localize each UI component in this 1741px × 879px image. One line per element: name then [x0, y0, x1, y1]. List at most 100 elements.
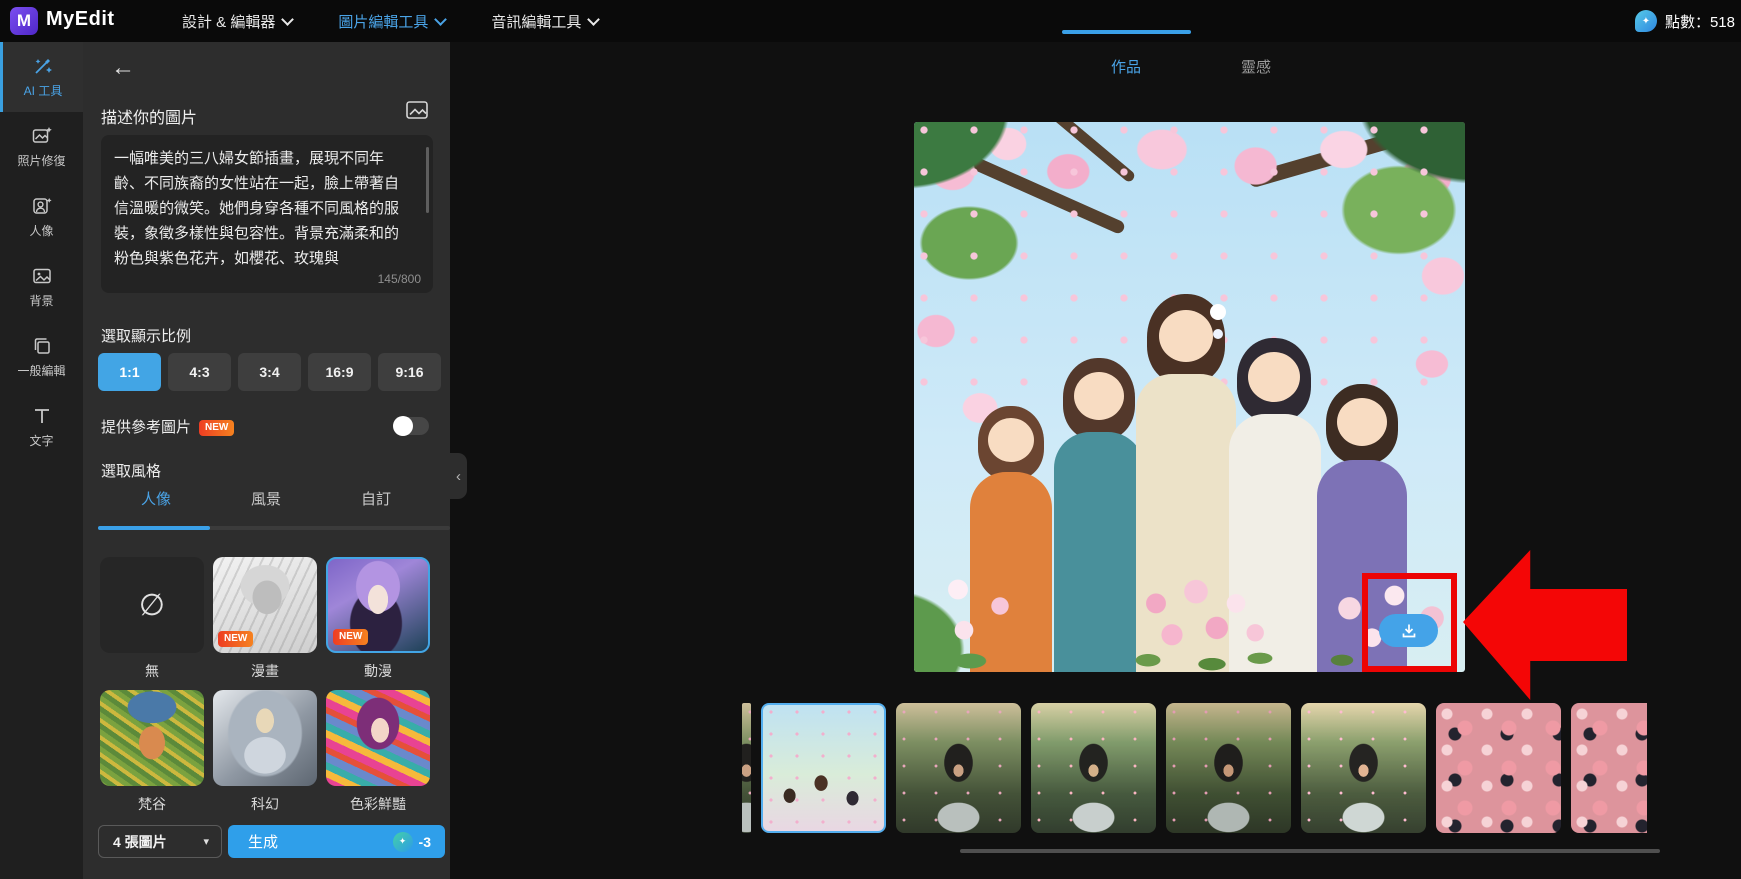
general-edit-icon	[34, 338, 50, 354]
reference-image-row: 提供參考圖片 NEW	[101, 416, 433, 438]
style-name: 梵谷	[138, 796, 166, 812]
nav-image-tools[interactable]: 圖片編輯工具	[338, 11, 448, 32]
new-badge: NEW	[218, 631, 254, 647]
magic-wand-icon	[35, 59, 52, 74]
ratio-3-4-button[interactable]: 3:4	[238, 353, 301, 391]
tool-rail: AI 工具 照片修復 人像 背景 一般編輯 文字	[0, 42, 83, 879]
style-name: 色彩鮮豔	[350, 796, 406, 812]
reference-toggle[interactable]	[393, 416, 429, 436]
nav-audio-tools[interactable]: 音訊編輯工具	[491, 11, 601, 32]
style-card-vangogh[interactable]: 梵谷	[100, 690, 204, 814]
rail-item-photo-restore[interactable]: 照片修復	[0, 112, 83, 182]
nav-design-editor[interactable]: 設計 & 編輯器	[182, 11, 295, 32]
style-tabs: 人像 風景 自訂	[101, 488, 433, 521]
image-count-dropdown[interactable]: 4 張圖片 ▾	[98, 825, 222, 858]
style-name: 動漫	[364, 663, 392, 679]
thumbnail-garden-portrait[interactable]	[1031, 703, 1156, 833]
style-tab-landscape[interactable]: 風景	[211, 488, 321, 521]
thumbnail-garden-portrait[interactable]	[1166, 703, 1291, 833]
thumbnail-scrollbar[interactable]	[960, 849, 1660, 853]
photo-restore-icon	[32, 127, 52, 143]
rail-item-text[interactable]: 文字	[0, 392, 83, 462]
ratio-section-label: 選取顯示比例	[101, 328, 192, 345]
style-art-colorful	[326, 690, 430, 786]
style-name: 漫畫	[251, 663, 279, 679]
annotation-arrow-left	[1463, 550, 1627, 700]
new-badge: NEW	[199, 420, 235, 436]
style-card-scifi[interactable]: 科幻	[213, 690, 317, 814]
rail-label: 背景	[29, 294, 54, 308]
style-art-scifi	[213, 690, 317, 786]
coin-icon: ✦	[392, 831, 413, 852]
points-balance[interactable]: ✦ 點數：518	[1634, 0, 1735, 42]
none-icon: ∅	[138, 588, 166, 622]
myedit-logo-icon[interactable]: M	[10, 7, 38, 35]
app-window: M MyEdit 設計 & 編輯器 圖片編輯工具 音訊編輯工具 ✦ 點數：518	[0, 0, 1741, 879]
style-card-anime[interactable]: NEW 動漫	[326, 557, 430, 681]
style-art-none: ∅	[100, 557, 204, 653]
style-name: 科幻	[251, 796, 279, 812]
nav-label: 圖片編輯工具	[338, 13, 429, 31]
style-tab-portrait[interactable]: 人像	[101, 488, 211, 521]
rail-item-ai-tools[interactable]: AI 工具	[0, 42, 83, 112]
textarea-scrollbar[interactable]	[426, 147, 429, 213]
active-tab-indicator	[1062, 30, 1191, 34]
reference-label: 提供參考圖片	[101, 419, 192, 436]
chevron-down-icon	[281, 12, 295, 26]
nav-label: 設計 & 編輯器	[182, 13, 276, 31]
style-art-vangogh	[100, 690, 204, 786]
chevron-down-icon	[434, 12, 448, 26]
style-card-none[interactable]: ∅ 無	[100, 557, 204, 681]
thumbnail-floral-pattern[interactable]	[1436, 703, 1561, 833]
ratio-9-16-button[interactable]: 9:16	[378, 353, 441, 391]
new-badge: NEW	[333, 629, 369, 645]
annotation-highlight-box	[1362, 573, 1457, 672]
char-counter: 145/800	[377, 272, 421, 286]
rail-item-general-edit[interactable]: 一般編輯	[0, 322, 83, 392]
coin-icon: ✦	[1634, 10, 1657, 32]
rail-label: 人像	[29, 224, 54, 238]
background-icon	[32, 268, 51, 284]
tab-inspiration[interactable]: 靈感	[1216, 56, 1296, 77]
nav-label: 音訊編輯工具	[491, 13, 582, 31]
generate-label: 生成	[248, 834, 279, 851]
brand-title[interactable]: MyEdit	[46, 8, 115, 31]
text-icon	[34, 409, 49, 423]
thumbnail-partial-left[interactable]	[742, 703, 751, 833]
tab-works[interactable]: 作品	[1086, 56, 1166, 77]
ratio-4-3-button[interactable]: 4:3	[168, 353, 231, 391]
style-art-manga: NEW	[213, 557, 317, 653]
top-bar: M MyEdit 設計 & 編輯器 圖片編輯工具 音訊編輯工具 ✦ 點數：518	[0, 0, 1741, 42]
rail-item-portrait[interactable]: 人像	[0, 182, 83, 252]
ratio-16-9-button[interactable]: 16:9	[308, 353, 371, 391]
thumbnail-garden-portrait[interactable]	[1301, 703, 1426, 833]
thumbnail-anime-group[interactable]	[761, 703, 886, 833]
rail-item-background[interactable]: 背景	[0, 252, 83, 322]
rail-label: 照片修復	[17, 154, 66, 168]
chevron-down-icon	[587, 12, 601, 26]
toggle-knob	[393, 416, 413, 436]
style-name: 無	[145, 663, 159, 679]
style-tab-track	[98, 526, 450, 530]
ratio-1-1-button[interactable]: 1:1	[98, 353, 161, 391]
prompt-input-wrapper: 一幅唯美的三八婦女節插畫，展現不同年齡、不同族裔的女性站在一起，臉上帶著自信溫暖…	[101, 135, 433, 293]
thumbnail-floral-pattern-cut[interactable]	[1571, 703, 1647, 833]
image-to-prompt-icon[interactable]	[406, 100, 430, 125]
generate-cost: -3	[418, 833, 431, 850]
portrait-icon	[32, 198, 52, 214]
style-tab-custom[interactable]: 自訂	[321, 488, 431, 521]
rail-label: AI 工具	[23, 84, 63, 98]
style-section-label: 選取風格	[101, 463, 162, 480]
thumbnail-garden-portrait[interactable]	[896, 703, 1021, 833]
hair-flower-art	[1210, 304, 1226, 320]
back-button[interactable]: ←	[111, 56, 135, 80]
style-card-colorful[interactable]: 色彩鮮豔	[326, 690, 430, 814]
style-tab-indicator	[98, 526, 210, 530]
points-label: 點數：518	[1664, 13, 1735, 31]
generator-panel: ← 描述你的圖片 一幅唯美的三八婦女節插畫，展現不同年齡、不同族裔的女性站在一起…	[83, 42, 450, 879]
style-card-manga[interactable]: NEW 漫畫	[213, 557, 317, 681]
panel-collapse-handle[interactable]: ‹	[450, 453, 467, 499]
generate-button[interactable]: 生成 ✦ -3	[228, 825, 445, 858]
prompt-textarea[interactable]: 一幅唯美的三八婦女節插畫，展現不同年齡、不同族裔的女性站在一起，臉上帶著自信溫暖…	[101, 135, 433, 293]
flower-art	[922, 562, 1042, 672]
